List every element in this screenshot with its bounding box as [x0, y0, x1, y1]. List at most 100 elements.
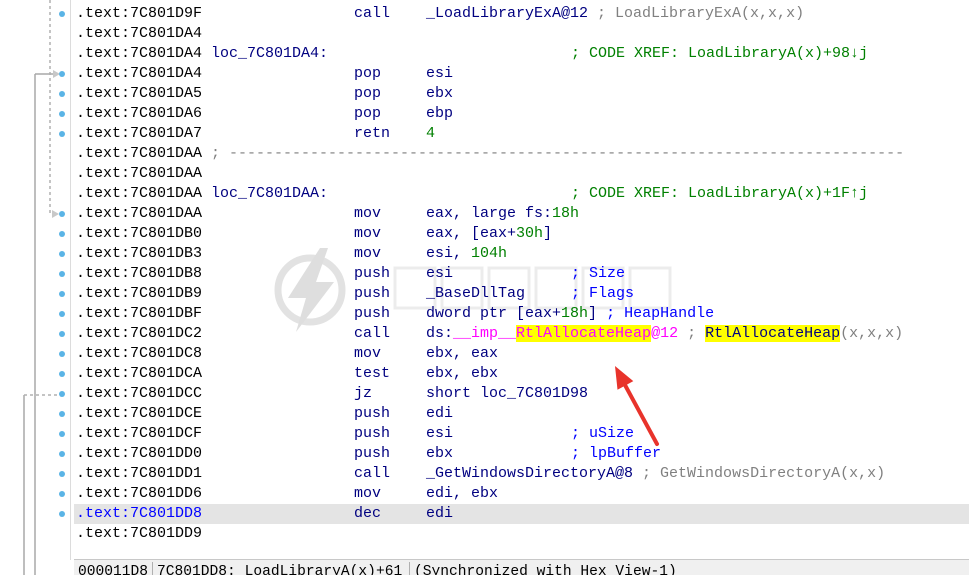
status-separator [409, 562, 410, 575]
code-label[interactable]: loc_7C801DAA: [211, 184, 328, 204]
import-reference[interactable]: @12 [651, 325, 678, 342]
code-line[interactable]: .text:7C801DBF push dword ptr [eax+18h] ; … [0, 304, 969, 324]
code-line[interactable]: .text:7C801DAA loc_7C801DAA: ; CODE XREF: … [0, 184, 969, 204]
code-line[interactable]: .text:7C801DAA ; ------------------------… [0, 144, 969, 164]
symbol-reference[interactable]: _BaseDllTag [426, 285, 525, 302]
auto-comment: ; [678, 325, 706, 342]
code-line[interactable]: .text:7C801DB3 mov esi, 104h [0, 244, 969, 264]
code-line[interactable]: .text:7C801DA4 loc_7C801DA4: ; CODE XREF: … [0, 44, 969, 64]
code-label[interactable]: loc_7C801DA4: [211, 44, 328, 64]
code-line[interactable]: .text:7C801DAA [0, 164, 969, 184]
symbol-reference[interactable]: _GetWindowsDirectoryA@8 [426, 465, 633, 482]
line-address: .text:7C801DA6 [76, 105, 203, 122]
line-marker-dot [59, 451, 65, 457]
instruction-operands: esi [426, 264, 453, 284]
code-line[interactable]: .text:7C801DD1 call _GetWindowsDirectoryA@… [0, 464, 969, 484]
disassembly-view[interactable]: .text:7C801D9F call _LoadLibraryExA@12 ; L… [0, 0, 969, 560]
code-line[interactable]: .text:7C801DA6 pop ebp [0, 104, 969, 124]
code-line[interactable]: .text:7C801DA7 retn 4 [0, 124, 969, 144]
line-address: .text:7C801DAA [76, 145, 203, 162]
operand-text: esi [426, 65, 454, 82]
instruction-operands: eax, [eax+30h] [426, 224, 552, 244]
line-marker-dot [59, 271, 65, 277]
xref-comment[interactable]: ; CODE XREF: LoadLibraryA(x)+1F↑j [571, 184, 868, 204]
operand-text: esi [426, 265, 454, 282]
code-line[interactable]: .text:7C801DD9 [0, 524, 969, 544]
code-line[interactable]: .text:7C801D9F call _LoadLibraryExA@12 ; L… [0, 4, 969, 24]
instruction-mnemonic: call [354, 325, 391, 342]
line-address: .text:7C801D9F [76, 5, 203, 22]
instruction-mnemonic: push [354, 425, 391, 442]
instruction-operands: ds:__imp__RtlAllocateHeap@12 ; RtlAlloca… [426, 324, 903, 344]
code-line[interactable]: .text:7C801DB0 mov eax, [eax+30h] [0, 224, 969, 244]
line-address: .text:7C801DD1 [76, 465, 203, 482]
auto-comment: RtlAllocateHeap [705, 325, 841, 342]
status-bar: 000011D8 7C801DD8: LoadLibraryA(x)+61 (S… [74, 559, 969, 575]
code-line[interactable]: .text:7C801DD6 mov edi, ebx [0, 484, 969, 504]
line-marker-dot [59, 411, 65, 417]
instruction-operands: ebx [426, 84, 453, 104]
line-marker-dot [59, 331, 65, 337]
auto-comment: ; LoadLibraryExA(x,x,x) [588, 5, 805, 22]
instruction-mnemonic: jz [354, 385, 373, 402]
argument-comment: ; Flags [571, 285, 635, 302]
instruction-mnemonic: dec [354, 505, 382, 522]
code-line[interactable]: .text:7C801DD0 push ebx ; lpBuffer [0, 444, 969, 464]
symbol-reference[interactable]: _LoadLibraryExA@12 [426, 5, 588, 22]
instruction-mnemonic: call [354, 5, 391, 22]
line-marker-dot [59, 291, 65, 297]
instruction-operands: short loc_7C801D98 [426, 384, 588, 404]
instruction-operands: esi, 104h [426, 244, 507, 264]
line-address: .text:7C801DCC [76, 385, 203, 402]
code-line[interactable]: .text:7C801DA4 pop esi [0, 64, 969, 84]
instruction-mnemonic: test [354, 365, 391, 382]
operand-text: edi, ebx [426, 485, 499, 502]
code-line[interactable]: .text:7C801DAA mov eax, large fs:18h [0, 204, 969, 224]
function-separator: ; --------------------------------------… [211, 145, 905, 162]
line-marker-dot [59, 471, 65, 477]
line-address: .text:7C801DD0 [76, 445, 203, 462]
instruction-operands: edi, ebx [426, 484, 498, 504]
code-line[interactable]: .text:7C801DCE push edi [0, 404, 969, 424]
line-address: .text:7C801DB3 [76, 245, 203, 262]
code-line-selected[interactable]: .text:7C801DD8 dec edi [0, 504, 969, 524]
xref-comment[interactable]: ; CODE XREF: LoadLibraryA(x)+98↓j [571, 44, 868, 64]
argument-comment: ; Size [571, 265, 626, 282]
code-line[interactable]: .text:7C801DB9 push _BaseDllTag ; Flags [0, 284, 969, 304]
import-reference[interactable]: RtlAllocateHeap [516, 325, 652, 342]
instruction-mnemonic: push [354, 305, 391, 322]
code-line[interactable]: .text:7C801DB8 push esi ; Size [0, 264, 969, 284]
code-line[interactable]: .text:7C801DC2 call ds:__imp__RtlAllocateH… [0, 324, 969, 344]
operand-text: ebp [426, 105, 454, 122]
operand-text: esi, [426, 245, 472, 262]
numeric-constant: 4 [426, 125, 436, 142]
status-sync: (Synchronized with Hex View-1) [414, 564, 677, 575]
instruction-operands: 4 [426, 124, 435, 144]
line-marker-dot [59, 391, 65, 397]
code-line[interactable]: .text:7C801DCF push esi ; uSize [0, 424, 969, 444]
line-address: .text:7C801DC2 [76, 325, 203, 342]
code-line[interactable]: .text:7C801DCC jz short loc_7C801D98 [0, 384, 969, 404]
instruction-mnemonic: push [354, 265, 391, 282]
code-line[interactable]: .text:7C801DCA test ebx, ebx [0, 364, 969, 384]
import-reference[interactable]: __imp__ [453, 325, 516, 342]
selection-highlight [74, 504, 969, 524]
auto-comment: (x,x,x) [840, 325, 904, 342]
code-line[interactable]: .text:7C801DA4 [0, 24, 969, 44]
line-address: .text:7C801DB0 [76, 225, 203, 242]
line-marker-dot [59, 431, 65, 437]
line-address: .text:7C801DA7 [76, 125, 203, 142]
numeric-constant: 30h [516, 225, 544, 242]
code-line[interactable]: .text:7C801DA5 pop ebx [0, 84, 969, 104]
instruction-operands: edi [426, 504, 453, 524]
instruction-mnemonic: mov [354, 225, 382, 242]
line-marker-dot [59, 371, 65, 377]
numeric-constant: 18h [561, 305, 589, 322]
operand-text: ebx, ebx [426, 365, 499, 382]
line-address: .text:7C801DC8 [76, 345, 203, 362]
code-line[interactable]: .text:7C801DC8 mov ebx, eax [0, 344, 969, 364]
operand-text: ] [543, 225, 553, 242]
instruction-mnemonic: push [354, 285, 391, 302]
line-address: .text:7C801DB9 [76, 285, 203, 302]
line-marker-dot [59, 511, 65, 517]
